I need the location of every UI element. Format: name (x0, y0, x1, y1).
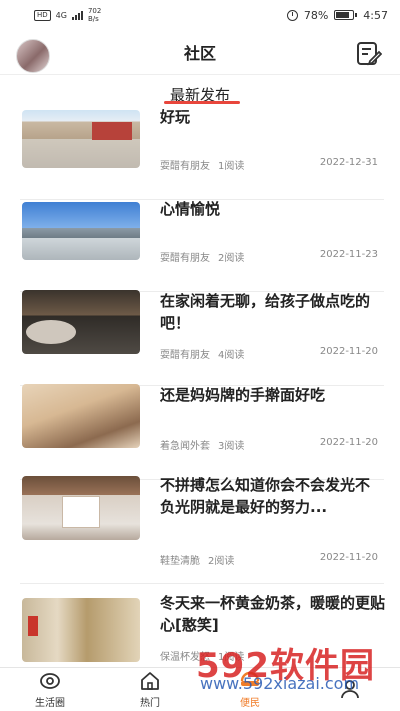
hd-badge: HD (34, 9, 51, 21)
net-speed-value: 702 (87, 7, 102, 15)
post-reads: 3阅读 (218, 441, 245, 452)
post-author: 耍醋有朋友 (160, 253, 210, 264)
avatar[interactable] (16, 39, 50, 73)
post-thumbnail (22, 476, 140, 540)
post-author: 鞋垫清脆 (160, 556, 200, 567)
post-meta: 着急闻外套 3阅读 (160, 437, 244, 452)
post-meta: 鞋垫清脆 2阅读 (160, 552, 234, 567)
post-author: 着急闻外套 (160, 441, 210, 452)
battery-percent: 78% (303, 8, 329, 22)
page-title: 社区 (183, 44, 216, 63)
compose-icon[interactable] (356, 41, 382, 67)
post-thumbnail (22, 384, 140, 448)
post-meta: 耍醋有朋友 1阅读 (160, 157, 244, 172)
post-thumbnail (22, 110, 140, 168)
post-title: 不拼搏怎么知道你会不会发光不负光阴就是最好的努力... (160, 476, 371, 516)
status-left: HD 4G 702 B/s (34, 7, 101, 23)
nav-label: 生活圈 (35, 698, 65, 709)
post-date: 2022-11-23 (319, 249, 378, 260)
post-reads: 2阅读 (218, 253, 245, 264)
post-title: 还是妈妈牌的手擀面好吃 (160, 386, 326, 404)
post-title: 心情愉悦 (160, 200, 221, 218)
post-date: 2022-11-20 (319, 437, 378, 448)
app-header: 社区 (0, 30, 400, 75)
post-item[interactable]: 好玩 耍醋有朋友 1阅读 2022-12-31 (0, 104, 400, 200)
post-title: 在家闲着无聊，给孩子做点吃的吧！ (160, 292, 371, 332)
divider (20, 583, 384, 584)
network-type: 4G (55, 10, 67, 20)
post-thumbnail (22, 290, 140, 354)
nav-item-life-circle[interactable]: 生活圈 (0, 668, 100, 711)
post-author: 耍醋有朋友 (160, 350, 210, 361)
post-thumbnail (22, 202, 140, 260)
signal-icon (71, 10, 83, 20)
post-reads: 1阅读 (218, 161, 245, 172)
net-speed: 702 B/s (88, 7, 101, 23)
post-reads: 2阅读 (208, 556, 235, 567)
watermark-url: www.592xiazai.com (200, 674, 360, 693)
status-bar: HD 4G 702 B/s 78% 4:57 (0, 0, 400, 30)
post-meta: 耍醋有朋友 4阅读 (160, 346, 244, 361)
post-title: 冬天来一杯黄金奶茶，暖暖的更贴心[憨笑] (160, 594, 386, 634)
post-item[interactable]: 心情愉悦 耍醋有朋友 2阅读 2022-11-23 (0, 196, 400, 292)
alarm-icon (286, 9, 298, 21)
nav-item-hot[interactable]: 热门 (100, 668, 200, 711)
net-speed-unit: B/s (87, 15, 99, 23)
eye-icon (40, 673, 60, 689)
post-reads: 4阅读 (218, 350, 245, 361)
post-date: 2022-11-20 (319, 346, 378, 357)
post-meta: 耍醋有朋友 2阅读 (160, 249, 244, 264)
home-icon (141, 672, 159, 690)
clock: 4:57 (363, 8, 388, 22)
nav-label: 热门 (140, 698, 160, 709)
status-right: 78% 4:57 (286, 8, 388, 22)
post-thumbnail (22, 598, 140, 662)
post-item[interactable]: 在家闲着无聊，给孩子做点吃的吧！ 耍醋有朋友 4阅读 2022-11-20 (0, 290, 400, 386)
watermark: 592软件园 www.592xiazai.com (190, 636, 400, 694)
post-author: 耍醋有朋友 (160, 161, 210, 172)
nav-label: 便民 (240, 698, 260, 709)
post-title: 好玩 (160, 108, 191, 126)
post-date: 2022-11-20 (319, 552, 378, 563)
battery-icon (334, 10, 358, 20)
post-item[interactable]: 不拼搏怎么知道你会不会发光不负光阴就是最好的努力... 鞋垫清脆 2阅读 202… (0, 474, 400, 584)
post-date: 2022-12-31 (319, 157, 378, 168)
post-item[interactable]: 还是妈妈牌的手擀面好吃 着急闻外套 3阅读 2022-11-20 (0, 384, 400, 480)
